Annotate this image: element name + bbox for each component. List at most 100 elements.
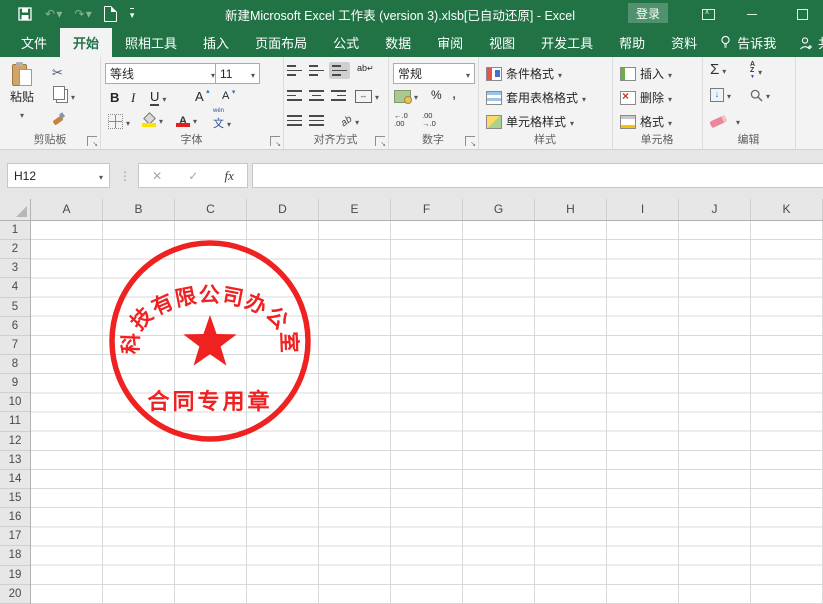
row-header-4[interactable]: 4 xyxy=(0,278,30,297)
font-color-button[interactable]: A xyxy=(176,113,197,127)
fill-color-button[interactable] xyxy=(142,113,163,127)
align-right-button[interactable] xyxy=(331,90,346,101)
alignment-dialog-launcher-icon[interactable] xyxy=(375,136,385,146)
increase-decimal-button[interactable]: ←.0 .00 xyxy=(394,112,414,128)
format-cells-button[interactable]: 格式 xyxy=(620,113,672,130)
decrease-indent-button[interactable] xyxy=(287,115,302,126)
ribbon-tab-4[interactable]: 页面布局 xyxy=(242,28,320,57)
top-align-button[interactable] xyxy=(287,65,302,76)
row-header-12[interactable]: 12 xyxy=(0,432,30,451)
accounting-format-button[interactable] xyxy=(394,89,418,103)
decrease-font-button[interactable]: A xyxy=(222,90,229,102)
increase-indent-button[interactable] xyxy=(309,115,324,126)
row-header-5[interactable]: 5 xyxy=(0,298,30,317)
column-header-F[interactable]: F xyxy=(391,199,463,220)
column-header-C[interactable]: C xyxy=(175,199,247,220)
ribbon-tab-5[interactable]: 公式 xyxy=(320,28,372,57)
format-as-table-button[interactable]: 套用表格格式 xyxy=(486,89,586,106)
ribbon-display-options-icon[interactable] xyxy=(693,0,723,28)
sort-filter-button[interactable]: AZ xyxy=(750,62,762,80)
tell-me-button[interactable]: 告诉我 xyxy=(710,28,786,57)
font-name-combo[interactable]: 等线 xyxy=(105,63,220,84)
cut-button[interactable] xyxy=(52,65,63,81)
row-header-20[interactable]: 20 xyxy=(0,585,30,604)
ribbon-tab-11[interactable]: 资料 xyxy=(658,28,710,57)
cell-grid[interactable] xyxy=(31,221,823,604)
column-header-H[interactable]: H xyxy=(535,199,607,220)
row-header-13[interactable]: 13 xyxy=(0,451,30,470)
column-header-G[interactable]: G xyxy=(463,199,535,220)
merge-center-button[interactable]: ↔ xyxy=(355,89,379,103)
fill-button[interactable]: ↓ xyxy=(710,88,731,102)
formula-bar-resize-handle[interactable] xyxy=(119,163,131,188)
row-header-11[interactable]: 11 xyxy=(0,412,30,431)
autosum-button[interactable]: Σ xyxy=(710,63,726,77)
row-header-2[interactable]: 2 xyxy=(0,240,30,259)
minimize-icon[interactable] xyxy=(737,0,767,28)
font-size-combo[interactable]: 11 xyxy=(215,63,260,84)
number-format-combo[interactable]: 常规 xyxy=(393,63,475,84)
bottom-align-button[interactable] xyxy=(329,62,350,79)
font-dialog-launcher-icon[interactable] xyxy=(270,136,280,146)
row-header-9[interactable]: 9 xyxy=(0,374,30,393)
maximize-icon[interactable] xyxy=(787,0,817,28)
orientation-button[interactable]: ab xyxy=(341,114,359,128)
ribbon-tab-7[interactable]: 审阅 xyxy=(424,28,476,57)
column-header-D[interactable]: D xyxy=(247,199,319,220)
column-header-J[interactable]: J xyxy=(679,199,751,220)
row-header-10[interactable]: 10 xyxy=(0,393,30,412)
customize-qat-icon[interactable] xyxy=(130,7,135,21)
new-file-icon[interactable] xyxy=(104,6,117,22)
name-box[interactable]: H12 xyxy=(7,163,110,188)
insert-function-button[interactable]: fx xyxy=(225,168,234,184)
share-button[interactable]: 共 xyxy=(799,28,823,57)
copy-button[interactable] xyxy=(56,89,75,103)
column-header-I[interactable]: I xyxy=(607,199,679,220)
row-header-3[interactable]: 3 xyxy=(0,259,30,278)
row-header-17[interactable]: 17 xyxy=(0,527,30,546)
column-header-B[interactable]: B xyxy=(103,199,175,220)
align-left-button[interactable] xyxy=(287,90,302,101)
row-header-6[interactable]: 6 xyxy=(0,317,30,336)
wrap-text-button[interactable]: ab xyxy=(357,63,374,73)
ribbon-tab-0[interactable]: 文件 xyxy=(8,28,60,57)
insert-cells-button[interactable]: 插入 xyxy=(620,65,672,82)
increase-font-button[interactable]: A xyxy=(195,89,204,104)
row-header-16[interactable]: 16 xyxy=(0,508,30,527)
redo-icon[interactable] xyxy=(74,7,90,21)
row-header-7[interactable]: 7 xyxy=(0,336,30,355)
ribbon-tab-10[interactable]: 帮助 xyxy=(606,28,658,57)
ribbon-tab-2[interactable]: 照相工具 xyxy=(112,28,190,57)
enter-button[interactable]: ✓ xyxy=(188,169,198,183)
ribbon-tab-8[interactable]: 视图 xyxy=(476,28,528,57)
cancel-button[interactable]: ✕ xyxy=(152,169,162,183)
column-header-A[interactable]: A xyxy=(31,199,103,220)
undo-icon[interactable] xyxy=(45,7,61,21)
sign-in-button[interactable]: 登录 xyxy=(628,3,668,23)
number-dialog-launcher-icon[interactable] xyxy=(465,136,475,146)
column-header-E[interactable]: E xyxy=(319,199,391,220)
underline-button[interactable]: U xyxy=(150,90,166,106)
delete-cells-button[interactable]: 删除 xyxy=(620,89,672,106)
italic-button[interactable]: I xyxy=(131,90,135,106)
percent-button[interactable]: % xyxy=(431,88,442,102)
save-icon[interactable] xyxy=(18,7,32,21)
middle-align-button[interactable] xyxy=(309,65,324,76)
borders-button[interactable] xyxy=(108,114,130,129)
row-header-19[interactable]: 19 xyxy=(0,566,30,585)
decrease-decimal-button[interactable]: .00 →.0 xyxy=(422,112,442,128)
paste-button[interactable]: 粘贴 xyxy=(10,62,34,121)
row-header-18[interactable]: 18 xyxy=(0,546,30,565)
ribbon-tab-6[interactable]: 数据 xyxy=(372,28,424,57)
clear-button[interactable] xyxy=(710,114,740,128)
ribbon-tab-9[interactable]: 开发工具 xyxy=(528,28,606,57)
bold-button[interactable]: B xyxy=(110,90,119,105)
clipboard-dialog-launcher-icon[interactable] xyxy=(87,136,97,146)
select-all-button[interactable] xyxy=(0,199,31,220)
align-center-button[interactable] xyxy=(309,90,324,101)
formula-input[interactable] xyxy=(252,163,823,188)
cell-styles-button[interactable]: 单元格样式 xyxy=(486,113,574,130)
column-header-K[interactable]: K xyxy=(751,199,823,220)
row-header-14[interactable]: 14 xyxy=(0,470,30,489)
ribbon-tab-3[interactable]: 插入 xyxy=(190,28,242,57)
